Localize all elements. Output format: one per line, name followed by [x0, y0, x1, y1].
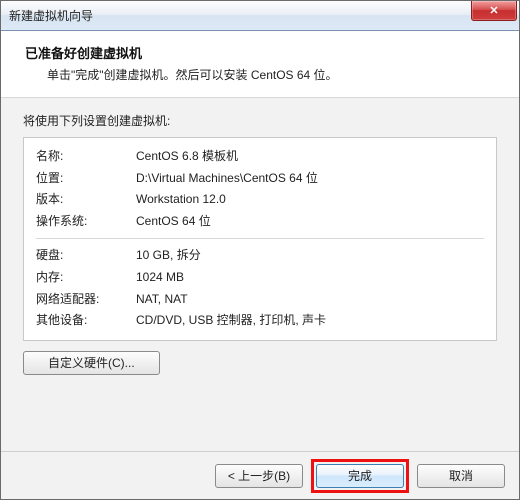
summary-label: 内存:: [36, 267, 136, 289]
body-pane: 将使用下列设置创建虚拟机: 名称:CentOS 6.8 模板机 位置:D:\Vi…: [1, 98, 519, 451]
customize-hardware-button[interactable]: 自定义硬件(C)...: [23, 351, 160, 375]
summary-label: 硬盘:: [36, 245, 136, 267]
wizard-window: 新建虚拟机向导 ✕ 已准备好创建虚拟机 单击"完成"创建虚拟机。然后可以安装 C…: [0, 0, 520, 500]
summary-value: Workstation 12.0: [136, 189, 484, 211]
summary-label: 网络适配器:: [36, 289, 136, 311]
page-title: 已准备好创建虚拟机: [25, 43, 495, 62]
summary-row: 其他设备:CD/DVD, USB 控制器, 打印机, 声卡: [36, 310, 484, 332]
summary-value: 1024 MB: [136, 267, 484, 289]
summary-row: 位置:D:\Virtual Machines\CentOS 64 位: [36, 168, 484, 190]
summary-label: 操作系统:: [36, 211, 136, 233]
summary-row: 内存:1024 MB: [36, 267, 484, 289]
summary-row: 版本:Workstation 12.0: [36, 189, 484, 211]
footer-pane: < 上一步(B) 完成 取消: [1, 451, 519, 499]
summary-row: 网络适配器:NAT, NAT: [36, 289, 484, 311]
summary-row: 操作系统:CentOS 64 位: [36, 211, 484, 233]
summary-value: D:\Virtual Machines\CentOS 64 位: [136, 168, 484, 190]
summary-row: 硬盘:10 GB, 拆分: [36, 245, 484, 267]
header-pane: 已准备好创建虚拟机 单击"完成"创建虚拟机。然后可以安装 CentOS 64 位…: [1, 31, 519, 98]
close-button[interactable]: ✕: [471, 1, 517, 21]
summary-label: 名称:: [36, 146, 136, 168]
divider: [36, 238, 484, 239]
summary-value: CentOS 64 位: [136, 211, 484, 233]
summary-value: CentOS 6.8 模板机: [136, 146, 484, 168]
finish-button[interactable]: 完成: [316, 464, 404, 488]
page-subtitle: 单击"完成"创建虚拟机。然后可以安装 CentOS 64 位。: [25, 66, 495, 83]
summary-row: 名称:CentOS 6.8 模板机: [36, 146, 484, 168]
finish-highlight: 完成: [311, 459, 409, 493]
cancel-button[interactable]: 取消: [417, 464, 505, 488]
summary-value: NAT, NAT: [136, 289, 484, 311]
summary-label: 位置:: [36, 168, 136, 190]
summary-box: 名称:CentOS 6.8 模板机 位置:D:\Virtual Machines…: [23, 137, 497, 341]
summary-label: 其他设备:: [36, 310, 136, 332]
back-button[interactable]: < 上一步(B): [215, 464, 303, 488]
summary-value: 10 GB, 拆分: [136, 245, 484, 267]
close-icon: ✕: [489, 4, 498, 17]
summary-value: CD/DVD, USB 控制器, 打印机, 声卡: [136, 310, 484, 332]
summary-intro: 将使用下列设置创建虚拟机:: [23, 112, 497, 129]
customize-row: 自定义硬件(C)...: [23, 351, 497, 375]
window-title: 新建虚拟机向导: [9, 7, 93, 24]
titlebar: 新建虚拟机向导 ✕: [1, 1, 519, 31]
summary-label: 版本:: [36, 189, 136, 211]
